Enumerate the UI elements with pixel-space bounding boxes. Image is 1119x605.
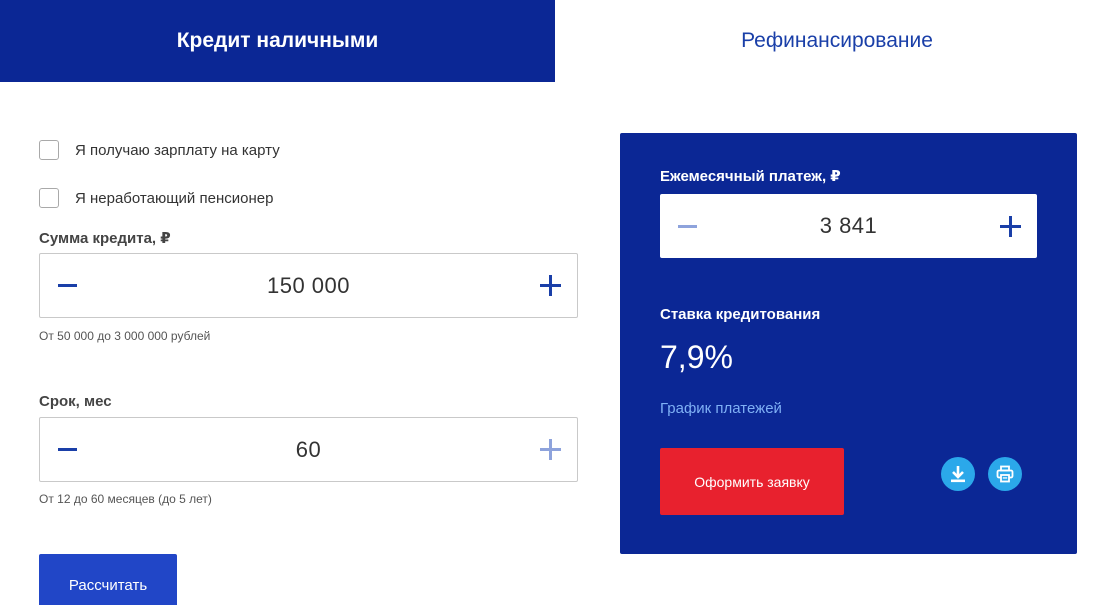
monthly-payment-label: Ежемесячный платеж, ₽ — [660, 168, 841, 185]
salary-card-label: Я получаю зарплату на карту — [75, 141, 280, 159]
download-button[interactable] — [941, 457, 975, 491]
minus-icon — [57, 284, 77, 287]
result-panel: Ежемесячный платеж, ₽ 3 841 Ставка креди… — [620, 133, 1077, 554]
plus-icon — [539, 439, 561, 460]
tab-cash-loan[interactable]: Кредит наличными — [0, 0, 555, 82]
term-input[interactable]: 60 — [100, 418, 517, 481]
amount-increase-button[interactable] — [523, 254, 577, 317]
minus-icon — [57, 448, 77, 451]
amount-label: Сумма кредита, ₽ — [39, 230, 171, 247]
minus-icon — [677, 224, 697, 228]
salary-card-option[interactable]: Я получаю зарплату на карту — [39, 140, 280, 160]
term-stepper: 60 — [39, 417, 578, 482]
loan-type-tabs: Кредит наличными Рефинансирование — [0, 0, 1119, 82]
salary-card-checkbox[interactable] — [39, 140, 59, 160]
term-increase-button[interactable] — [523, 418, 577, 481]
tab-refinancing[interactable]: Рефинансирование — [555, 0, 1119, 82]
print-button[interactable] — [988, 457, 1022, 491]
amount-input[interactable]: 150 000 — [100, 254, 517, 317]
payment-input[interactable]: 3 841 — [720, 194, 977, 258]
term-decrease-button[interactable] — [40, 418, 94, 481]
plus-icon — [539, 275, 561, 296]
plus-icon — [999, 215, 1021, 237]
term-label: Срок, мес — [39, 393, 112, 410]
payment-increase-button[interactable] — [983, 194, 1037, 258]
rate-value: 7,9% — [660, 339, 733, 375]
payment-schedule-link[interactable]: График платежей — [660, 400, 782, 417]
amount-hint: От 50 000 до 3 000 000 рублей — [39, 329, 211, 343]
pensioner-label: Я неработающий пенсионер — [75, 189, 274, 207]
apply-button[interactable]: Оформить заявку — [660, 448, 844, 515]
payment-stepper: 3 841 — [660, 194, 1037, 258]
amount-decrease-button[interactable] — [40, 254, 94, 317]
pensioner-option[interactable]: Я неработающий пенсионер — [39, 188, 273, 208]
pensioner-checkbox[interactable] — [39, 188, 59, 208]
rate-label: Ставка кредитования — [660, 306, 821, 323]
payment-decrease-button[interactable] — [660, 194, 714, 258]
download-icon — [951, 466, 965, 483]
print-icon — [996, 465, 1014, 483]
amount-stepper: 150 000 — [39, 253, 578, 318]
term-hint: От 12 до 60 месяцев (до 5 лет) — [39, 492, 212, 506]
calculate-button[interactable]: Рассчитать — [39, 554, 177, 605]
